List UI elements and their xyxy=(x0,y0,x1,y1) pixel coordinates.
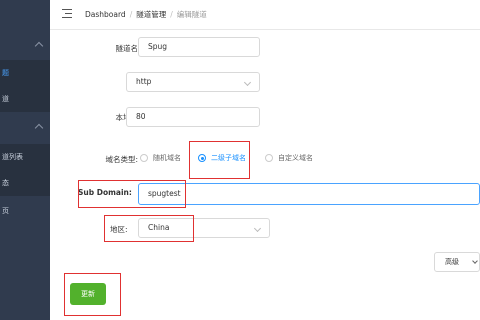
advanced-label: 高级 xyxy=(445,258,459,266)
highlight-box-region xyxy=(104,215,194,242)
chevron-down-icon xyxy=(472,258,478,264)
name-label: 隧道名称: xyxy=(115,44,148,53)
breadcrumb-current: 编辑隧道 xyxy=(176,10,207,19)
sidebar-item-page[interactable]: 页 xyxy=(0,198,50,224)
sidebar-item-tunnel-list[interactable]: 道列表 xyxy=(0,144,50,170)
sidebar-group-2[interactable] xyxy=(0,118,50,140)
radio-circle-icon xyxy=(140,154,148,162)
breadcrumb-separator: / xyxy=(170,10,173,19)
sidebar-group-1[interactable] xyxy=(0,36,50,58)
chevron-down-icon xyxy=(253,224,262,233)
local-address-input[interactable]: 80 xyxy=(126,107,260,127)
breadcrumb: Dashboard / 隧道管理 / 编辑隧道 xyxy=(85,9,207,20)
sidebar-item-status[interactable]: 态 xyxy=(0,170,50,196)
chevron-up-icon xyxy=(34,123,44,133)
breadcrumb-separator: / xyxy=(129,10,133,19)
radio-label: 自定义域名 xyxy=(278,154,313,162)
breadcrumb-dashboard[interactable]: Dashboard xyxy=(85,10,126,19)
protocol-value: http xyxy=(136,77,152,86)
sidebar-item-1[interactable]: 题 xyxy=(0,60,50,86)
sub-domain-input[interactable]: spugtest xyxy=(138,183,480,205)
sidebar: 题 道 道列表 态 页 xyxy=(0,0,50,320)
sidebar-item-2[interactable]: 道 xyxy=(0,86,50,112)
chevron-down-icon xyxy=(243,78,252,87)
menu-fold-icon[interactable] xyxy=(62,9,72,18)
name-input[interactable]: Spug xyxy=(138,37,260,57)
breadcrumb-tunnel-management[interactable]: 隧道管理 xyxy=(136,10,166,19)
header: Dashboard / 隧道管理 / 编辑隧道 xyxy=(50,0,480,30)
protocol-select[interactable]: http xyxy=(126,72,260,92)
advanced-button[interactable]: 高级 xyxy=(434,252,480,272)
domain-type-radio-group: 随机域名 二级子域名 自定义域名 xyxy=(138,150,368,166)
chevron-up-icon xyxy=(34,41,44,51)
radio-label: 随机域名 xyxy=(153,154,181,162)
domain-type-label: 域名类型: xyxy=(105,155,138,164)
highlight-box-subdomain-radio xyxy=(189,141,250,179)
highlight-box-update xyxy=(64,273,121,316)
radio-circle-icon xyxy=(265,154,273,162)
highlight-box-sub-domain xyxy=(78,180,186,208)
